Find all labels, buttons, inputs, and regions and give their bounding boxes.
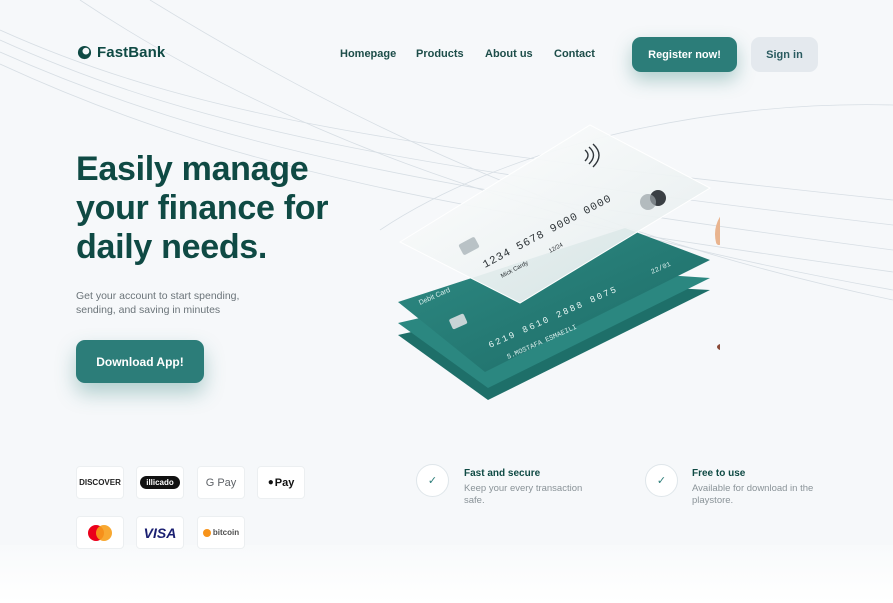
hero-subtitle-line-2: sending, and saving in minutes: [76, 304, 221, 316]
payment-mastercard: [76, 516, 124, 549]
apple-pay-logo-icon: Pay: [274, 476, 295, 489]
footer-fade: [0, 545, 893, 603]
nav-about-us[interactable]: About us: [485, 48, 533, 60]
feature-desc-2-line-1: Available for download in the: [692, 483, 814, 494]
feature-desc-1: Keep your every transaction safe.: [464, 483, 604, 507]
download-app-button[interactable]: Download App!: [76, 340, 204, 383]
payment-visa: VISA: [136, 516, 184, 549]
payment-discover: DISCOVER: [76, 466, 124, 499]
brand-name: FastBank: [97, 44, 166, 61]
feature-title-2: Free to use: [692, 468, 746, 479]
hero-title-line-1: Easily manage: [76, 150, 309, 188]
hero-subtitle: Get your account to start spending, send…: [76, 289, 276, 317]
feature-desc-1-line-2: safe.: [464, 495, 485, 506]
bitcoin-coin-icon: [202, 528, 211, 537]
bitcoin-logo-icon: bitcoin: [212, 528, 240, 537]
apple-icon: ●: [267, 477, 274, 488]
hero-title-line-2: your finance for: [76, 189, 329, 227]
mastercard-logo-icon: [88, 524, 112, 541]
fastbank-logo-icon: [77, 45, 92, 60]
google-pay-logo-icon: G Pay: [205, 476, 237, 489]
card-logo-circle-light: [640, 194, 656, 210]
payment-bitcoin: bitcoin: [197, 516, 245, 549]
feature-check-icon-1: ✓: [416, 464, 449, 497]
hero-title-line-3: daily needs.: [76, 228, 268, 266]
nav-contact[interactable]: Contact: [554, 48, 595, 60]
register-button[interactable]: Register now!: [632, 37, 737, 72]
payment-google-pay: G Pay: [197, 466, 245, 499]
character-figure: [715, 216, 720, 350]
hero-illustration: Debit Card 6219 8610 2888 8075 S.MOSTAFA…: [398, 124, 720, 400]
hero-subtitle-line-1: Get your account to start spending,: [76, 290, 240, 302]
feature-desc-2: Available for download in the playstore.: [692, 483, 832, 507]
brand-logo[interactable]: FastBank: [77, 44, 165, 61]
illicado-logo-icon: illicado: [140, 476, 180, 489]
feature-check-icon-2: ✓: [645, 464, 678, 497]
discover-logo-icon: DISCOVER: [79, 478, 121, 487]
feature-title-1: Fast and secure: [464, 468, 541, 479]
nav-products[interactable]: Products: [416, 48, 464, 60]
visa-logo-icon: VISA: [143, 524, 177, 541]
nav-homepage[interactable]: Homepage: [340, 48, 396, 60]
hero-title: Easily manage your finance for daily nee…: [76, 150, 376, 267]
feature-desc-2-line-2: playstore.: [692, 495, 734, 506]
payment-apple-pay: ● Pay: [257, 466, 305, 499]
sign-in-button[interactable]: Sign in: [751, 37, 818, 72]
payment-illicado: illicado: [136, 466, 184, 499]
feature-desc-1-line-1: Keep your every transaction: [464, 483, 583, 494]
